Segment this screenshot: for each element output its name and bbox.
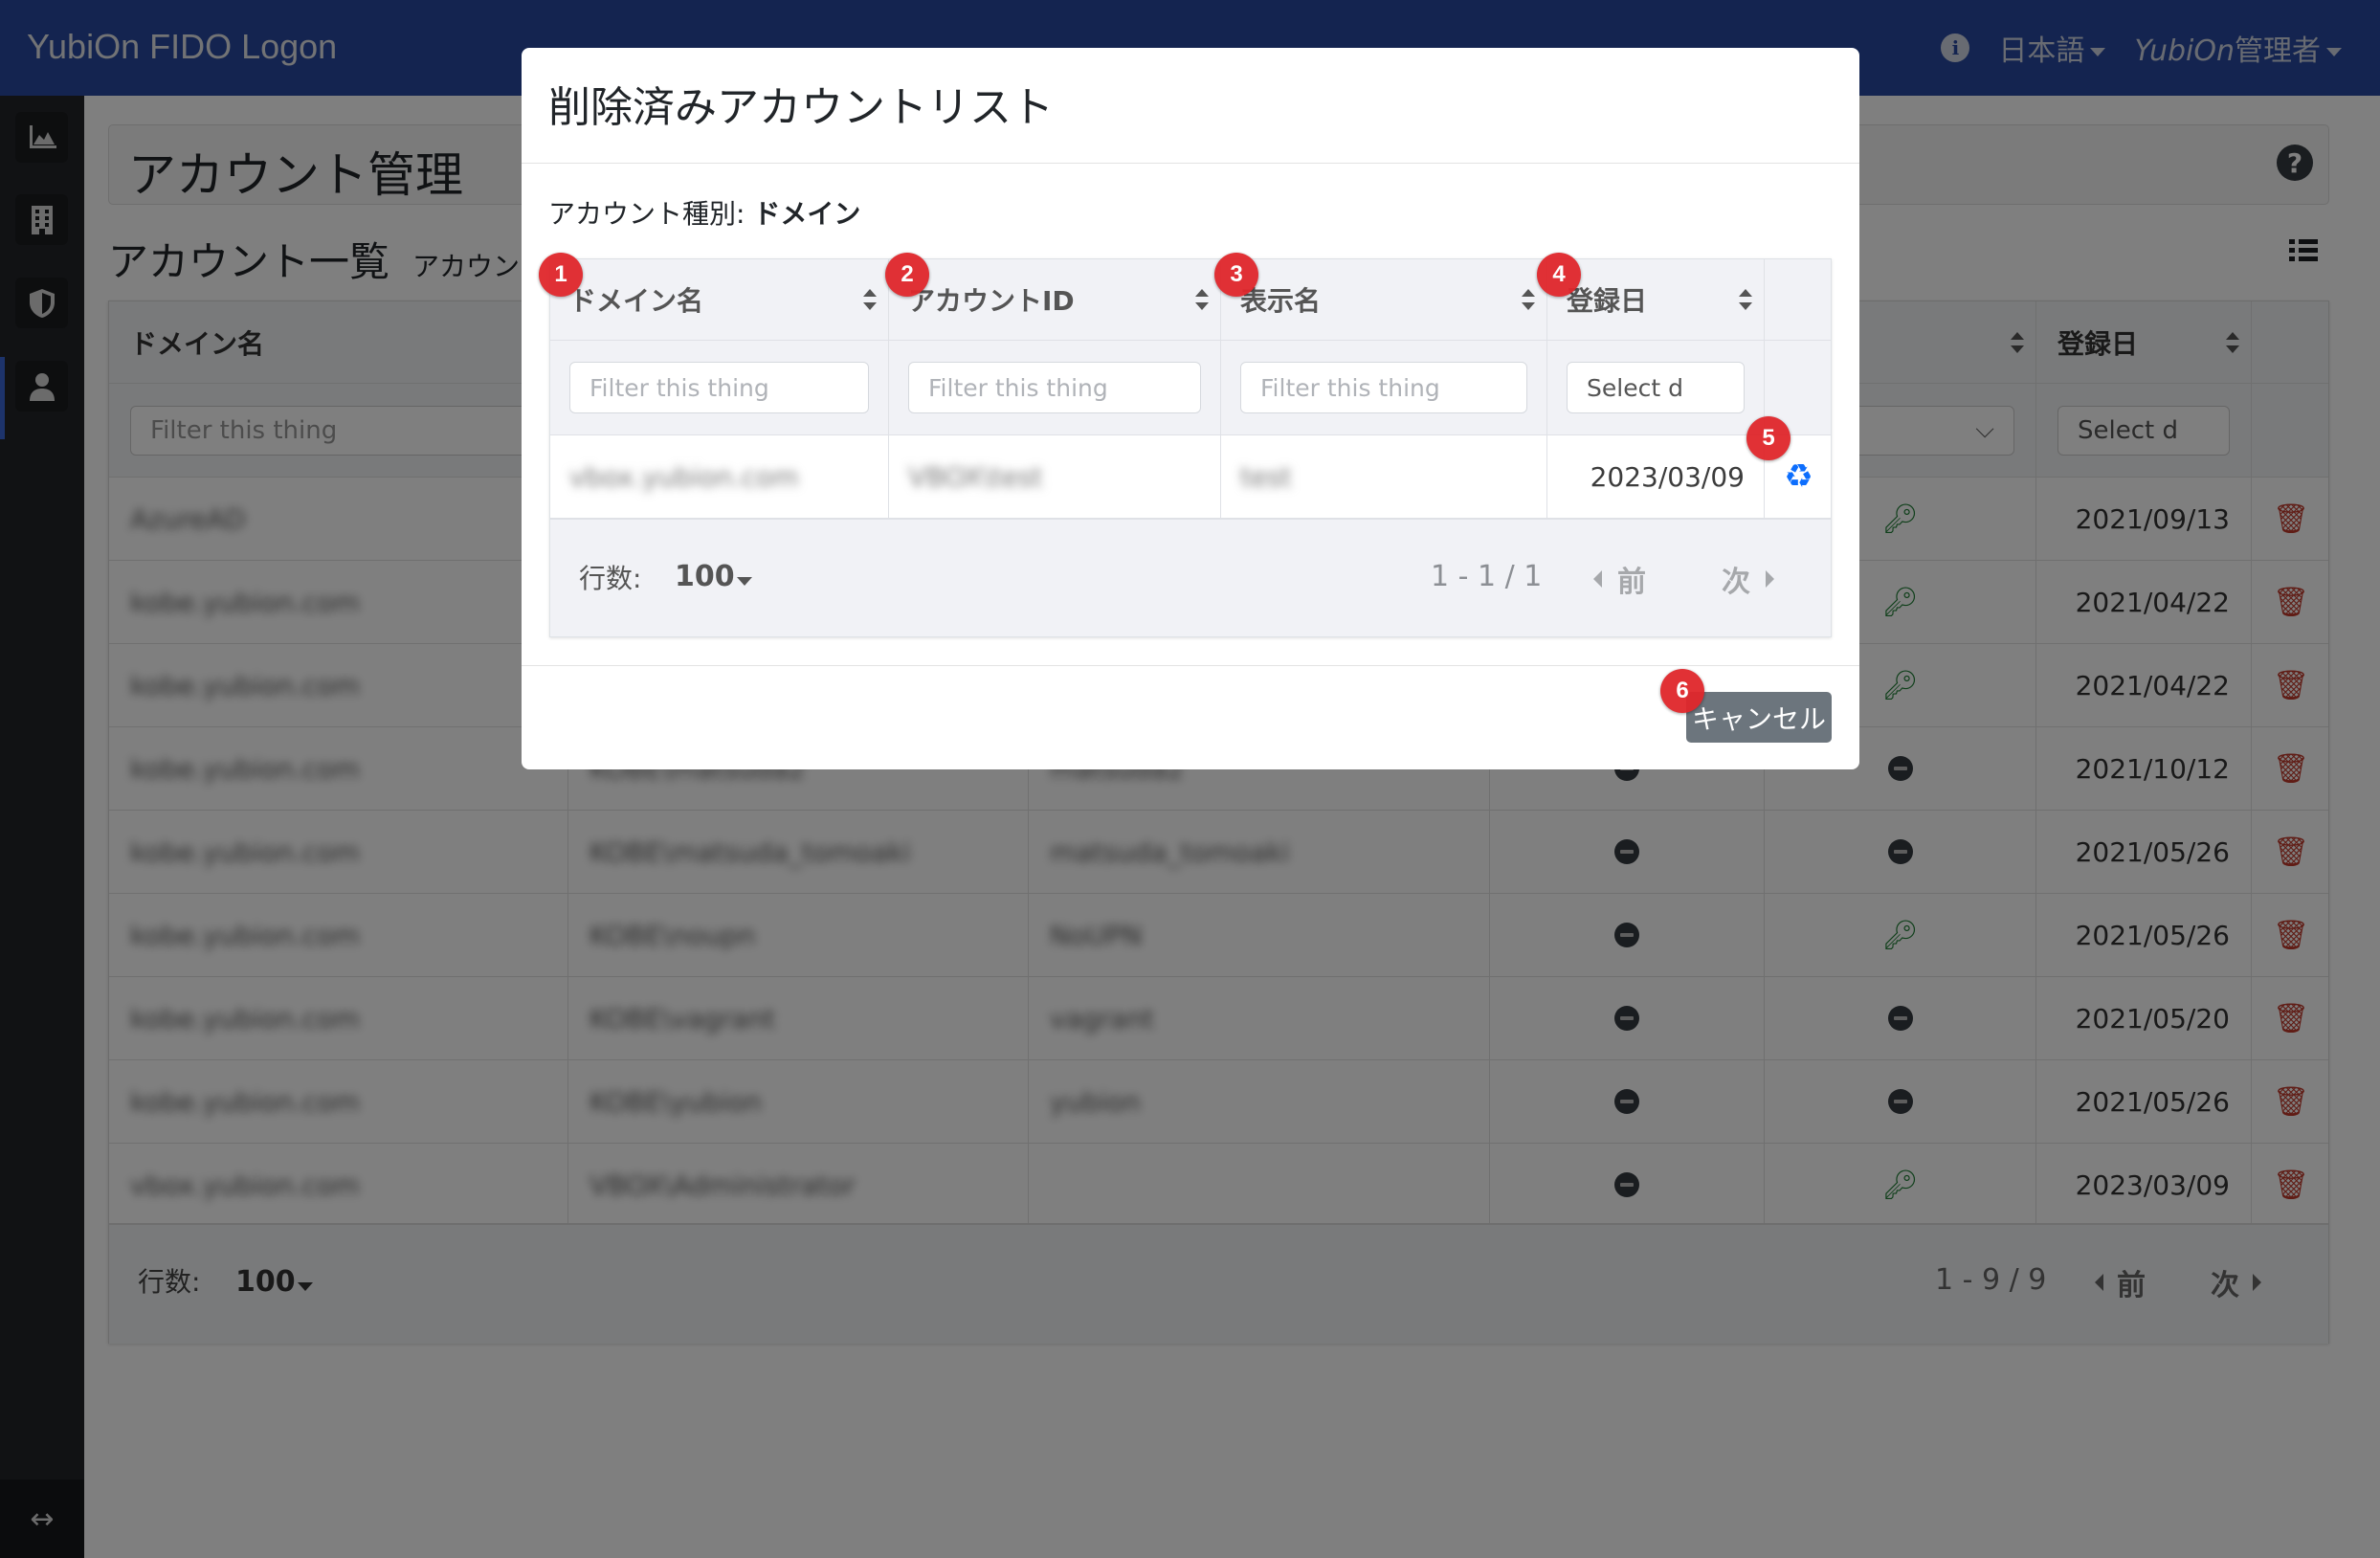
caret-down-icon	[736, 577, 752, 586]
column-header-actions	[1765, 259, 1833, 340]
table-filter-row: Filter this thing Filter this thing Filt…	[550, 341, 1831, 435]
domain-value: vbox.yubion.com	[569, 460, 799, 493]
account-id-filter-input[interactable]: Filter this thing	[908, 362, 1201, 413]
column-header-display-name[interactable]: 表示名	[1221, 259, 1547, 340]
column-header-account-id[interactable]: アカウントID	[889, 259, 1221, 340]
account-type-label: アカウント種別:	[548, 198, 745, 230]
prev-page-label: 前	[1617, 566, 1646, 599]
sort-icon[interactable]	[1522, 289, 1535, 310]
prev-page-button[interactable]: 前	[1593, 558, 1646, 600]
date-filter-input[interactable]: Select d	[1567, 362, 1745, 413]
rows-per-page-value: 100	[675, 560, 735, 593]
sort-icon[interactable]	[1195, 289, 1209, 310]
callout-badge: 2	[885, 253, 929, 297]
sort-icon[interactable]	[1739, 289, 1752, 310]
sort-icon[interactable]	[863, 289, 877, 310]
column-header-label: 登録日	[1567, 285, 1648, 317]
filter-cell: Filter this thing	[1221, 341, 1547, 434]
column-header-label: アカウントID	[908, 285, 1075, 317]
deleted-accounts-modal: 削除済みアカウントリスト アカウント種別: ドメイン ドメイン名 アカウントID…	[522, 48, 1859, 769]
account-type-value: ドメイン	[753, 198, 861, 230]
column-header-domain[interactable]: ドメイン名	[550, 259, 889, 340]
callout-badge: 6	[1660, 669, 1704, 713]
column-header-label: ドメイン名	[569, 285, 704, 317]
rows-per-page-label: 行数:	[579, 563, 642, 594]
callout-badge: 5	[1746, 416, 1791, 460]
date-cell: 2023/03/09	[1547, 435, 1765, 518]
display-name-cell: test	[1221, 435, 1547, 518]
table-row: vbox.yubion.com VBOX\test test 2023/03/0…	[550, 435, 1831, 520]
display-name-filter-input[interactable]: Filter this thing	[1240, 362, 1527, 413]
pagination-info: 1 - 1 / 1	[1431, 560, 1543, 593]
caret-left-icon	[1593, 570, 1602, 588]
table-footer: 行数: 100 1 - 1 / 1 前 次	[550, 520, 1831, 636]
display-name-value: test	[1240, 460, 1292, 493]
divider	[522, 163, 1859, 164]
account-type-line: アカウント種別: ドメイン	[548, 193, 860, 232]
next-page-label: 次	[1722, 566, 1750, 599]
next-page-button[interactable]: 次	[1722, 558, 1774, 600]
cancel-button[interactable]: キャンセル	[1686, 692, 1832, 743]
divider	[522, 665, 1859, 666]
callout-badge: 1	[539, 253, 583, 297]
filter-cell: Filter this thing	[550, 341, 889, 434]
account-id-value: VBOX\test	[908, 460, 1043, 493]
date-value: 2023/03/09	[1590, 460, 1745, 493]
callout-badge: 4	[1537, 253, 1581, 297]
domain-cell: vbox.yubion.com	[550, 435, 889, 518]
filter-cell: Select d	[1547, 341, 1765, 434]
callout-badge: 3	[1214, 253, 1258, 297]
modal-title: 削除済みアカウントリスト	[548, 83, 1054, 132]
account-id-cell: VBOX\test	[889, 435, 1221, 518]
recycle-icon[interactable]: ♻	[1784, 457, 1813, 496]
caret-right-icon	[1766, 570, 1774, 588]
filter-cell: Filter this thing	[889, 341, 1221, 434]
rows-per-page-select[interactable]: 100	[675, 560, 752, 593]
deleted-accounts-table: ドメイン名 アカウントID 表示名 登録日 Filter this thing …	[549, 258, 1832, 637]
domain-filter-input[interactable]: Filter this thing	[569, 362, 869, 413]
table-header-row: ドメイン名 アカウントID 表示名 登録日	[550, 259, 1831, 341]
